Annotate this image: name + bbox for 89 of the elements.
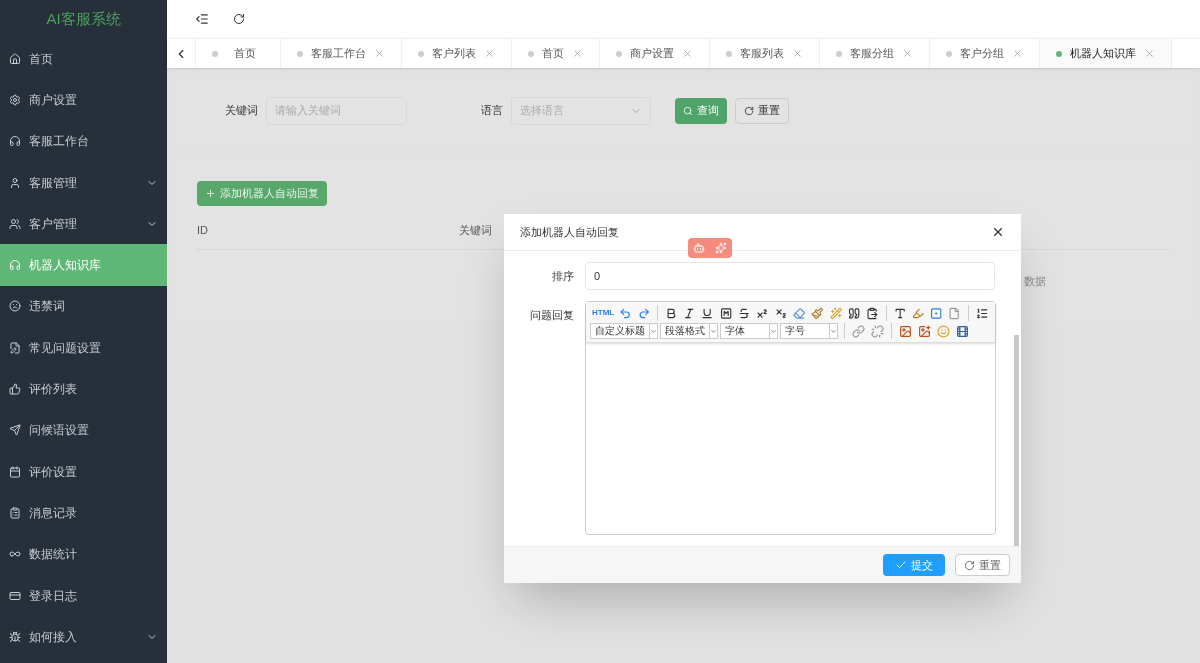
check-icon [895, 559, 907, 571]
paste-icon[interactable] [866, 306, 879, 320]
quote-icon[interactable] [847, 306, 861, 320]
frown-icon [9, 300, 21, 313]
highlight-icon[interactable] [911, 306, 925, 320]
editor-select[interactable]: 自定义标题 [590, 323, 658, 339]
sidebar-item[interactable]: 评价设置 [0, 450, 167, 493]
column-header: ID [197, 223, 209, 238]
tab[interactable]: 客服列表 [710, 39, 820, 68]
film-icon[interactable] [956, 324, 969, 338]
undo-icon[interactable] [619, 306, 632, 320]
person-icon [9, 176, 21, 189]
order-field[interactable]: 0 [585, 262, 995, 290]
calendar-icon [9, 465, 21, 478]
refresh-icon[interactable] [233, 13, 245, 25]
column-header: 关键词 [459, 223, 492, 238]
page-icon[interactable] [948, 306, 961, 320]
italic-icon[interactable] [683, 306, 696, 320]
sparkle-icon[interactable] [715, 242, 727, 254]
refresh-icon [964, 559, 975, 571]
headset-icon [9, 135, 21, 148]
tab[interactable]: 首页 [512, 39, 600, 68]
bug-icon [9, 630, 21, 643]
sidebar-item[interactable]: 客服工作台 [0, 120, 167, 162]
image-insert-icon[interactable] [918, 324, 931, 338]
editor-select[interactable]: 段落格式 [660, 323, 718, 339]
sidebar-item[interactable]: 常见问题设置 [0, 327, 167, 369]
sidebar-item[interactable]: 问候语设置 [0, 409, 167, 451]
menu-icon[interactable] [195, 12, 209, 26]
clipboard-icon [9, 506, 21, 519]
thumbs-up-icon [9, 383, 21, 395]
sidebar-item[interactable]: 登录日志 [0, 574, 167, 617]
caret-icon [770, 327, 777, 335]
reply-label: 问题回复 [529, 308, 575, 323]
card-icon [9, 589, 21, 602]
tab[interactable]: 客服分组 [820, 39, 930, 68]
search-icon [683, 105, 693, 116]
sidebar-item[interactable]: 客户管理 [0, 203, 167, 245]
close-icon[interactable] [991, 225, 1005, 239]
caret-icon [830, 327, 837, 335]
sidebar-item[interactable]: 如何接入 [0, 616, 167, 658]
edit-icon [9, 341, 21, 354]
sidebar-item[interactable]: 客服管理 [0, 161, 167, 204]
caret-icon [710, 327, 717, 335]
sidebar-item[interactable]: 评价列表 [0, 368, 167, 410]
sidebar-item[interactable]: 消息记录 [0, 492, 167, 534]
reset-button[interactable]: 重置 [735, 97, 789, 124]
tab[interactable]: 首页 [196, 39, 281, 68]
wand-icon[interactable] [829, 306, 842, 320]
subscript-icon[interactable] [774, 306, 787, 320]
line-height-icon[interactable] [975, 306, 988, 320]
sidebar-item[interactable]: 违禁词 [0, 285, 167, 328]
app-title: AI客服系统 [45, 8, 122, 29]
bold-icon[interactable] [664, 306, 678, 320]
font-color-icon[interactable] [893, 306, 906, 320]
people-icon [9, 217, 21, 230]
tab[interactable]: 客服工作台 [281, 39, 402, 68]
keyword-label: 关键词 [225, 103, 258, 119]
html-button[interactable]: HTML [592, 309, 615, 317]
language-label: 语言 [481, 103, 503, 119]
dialog-title: 添加机器人自动回复 [520, 224, 619, 240]
strikethrough-icon[interactable] [738, 306, 751, 320]
sidebar-item[interactable]: 商户设置 [0, 79, 167, 121]
sidebar-item[interactable]: 数据统计 [0, 533, 167, 575]
eraser-icon[interactable] [793, 306, 806, 320]
plus-icon [205, 188, 216, 199]
editor-select[interactable]: 字体 [720, 323, 778, 339]
rich-text-editor[interactable]: HTML 自定义标题 段落格式 字体 字号 [585, 301, 996, 535]
underline-icon[interactable] [701, 306, 714, 320]
paper-plane-icon [9, 424, 21, 437]
tab[interactable]: 客户列表 [402, 39, 512, 68]
editor-select[interactable]: 字号 [780, 323, 838, 339]
order-label: 排序 [551, 268, 575, 284]
caret-icon [650, 327, 657, 335]
superscript-icon[interactable] [756, 306, 769, 320]
tab[interactable]: 机器人知识库 [1040, 39, 1172, 68]
refresh-icon [744, 105, 754, 116]
image-icon[interactable] [899, 324, 912, 338]
reset-button[interactable]: 重置 [955, 554, 1010, 576]
headset-icon [9, 259, 21, 272]
robot-icon[interactable] [693, 242, 705, 254]
brush-icon[interactable] [811, 306, 824, 320]
smile-icon[interactable] [937, 324, 950, 338]
empty-text: 数据 [1024, 273, 1046, 289]
redo-icon[interactable] [637, 306, 650, 320]
gear-icon [9, 93, 21, 106]
sidebar-item[interactable]: 首页 [0, 38, 167, 80]
home-icon [9, 52, 21, 65]
tab[interactable]: 商户设置 [600, 39, 710, 68]
